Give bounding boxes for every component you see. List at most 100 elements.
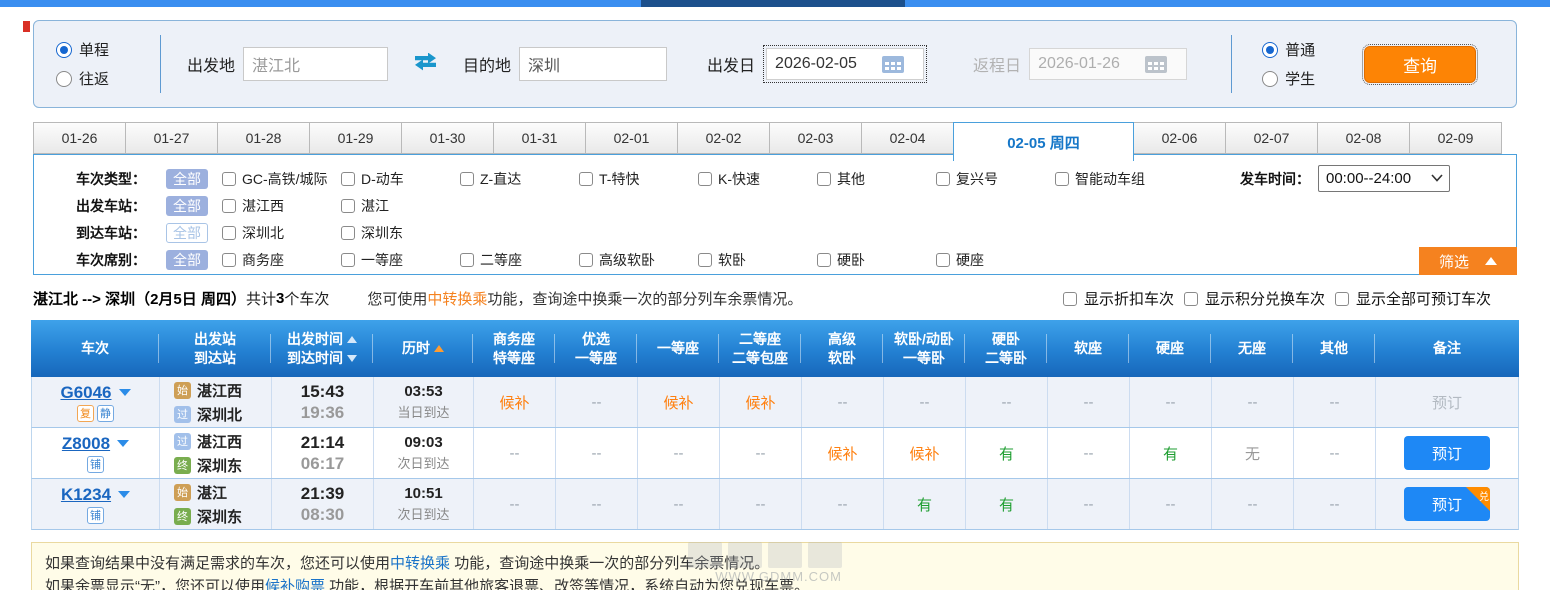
checkbox-icon[interactable]: [1335, 292, 1349, 306]
checkbox-icon[interactable]: [817, 253, 831, 267]
sort-desc-icon[interactable]: [347, 355, 357, 362]
date-tab-02-08[interactable]: 02-08: [1317, 122, 1410, 154]
date-tab-01-29[interactable]: 01-29: [309, 122, 402, 154]
column-header-times[interactable]: 出发时间到达时间: [271, 320, 373, 377]
book-button[interactable]: 预订: [1404, 436, 1490, 470]
expand-caret-icon[interactable]: [119, 389, 131, 396]
search-button[interactable]: 查询: [1364, 46, 1476, 83]
radio-student-icon[interactable]: [1262, 71, 1278, 87]
date-tab-01-31[interactable]: 01-31: [493, 122, 586, 154]
filter-option[interactable]: 软卧: [698, 250, 817, 270]
filter-option[interactable]: 高级软卧: [579, 250, 698, 270]
date-tab-01-27[interactable]: 01-27: [125, 122, 218, 154]
checkbox-icon[interactable]: [341, 172, 355, 186]
filter-option[interactable]: Z-直达: [460, 169, 579, 189]
checkbox-icon[interactable]: [1055, 172, 1069, 186]
radio-normal-icon[interactable]: [1262, 42, 1278, 58]
date-tab-02-04[interactable]: 02-04: [861, 122, 954, 154]
date-tab-01-26[interactable]: 01-26: [33, 122, 126, 154]
date-tab-02-06[interactable]: 02-06: [1133, 122, 1226, 154]
checkbox-icon[interactable]: [222, 226, 236, 240]
column-header-soft-seat[interactable]: 软座: [1047, 320, 1129, 377]
checkbox-icon[interactable]: [341, 199, 355, 213]
filter-all-depart-station[interactable]: 全部: [166, 196, 208, 216]
depart-time-select[interactable]: 00:00--24:00: [1318, 165, 1450, 192]
filter-option[interactable]: 商务座: [222, 250, 341, 270]
checkbox-icon[interactable]: [222, 172, 236, 186]
expand-caret-icon[interactable]: [117, 440, 129, 447]
column-header-hard-sleeper[interactable]: 硬卧二等卧: [965, 320, 1047, 377]
display-option[interactable]: 显示折扣车次: [1063, 288, 1174, 309]
filter-option[interactable]: 硬座: [936, 250, 1055, 270]
filter-option[interactable]: 深圳东: [341, 223, 460, 243]
column-header-preferred-first[interactable]: 优选一等座: [555, 320, 637, 377]
filter-option[interactable]: 湛江: [341, 196, 460, 216]
date-tab-02-02[interactable]: 02-02: [677, 122, 770, 154]
checkbox-icon[interactable]: [341, 226, 355, 240]
swap-cities-icon[interactable]: [412, 53, 439, 75]
checkbox-icon[interactable]: [936, 253, 950, 267]
filter-option[interactable]: 复兴号: [936, 169, 1055, 189]
depart-date-input[interactable]: [767, 55, 879, 73]
checkbox-icon[interactable]: [222, 253, 236, 267]
return-date-input[interactable]: [1030, 55, 1142, 73]
checkbox-icon[interactable]: [341, 253, 355, 267]
date-tab-02-03[interactable]: 02-03: [769, 122, 862, 154]
expand-caret-icon[interactable]: [118, 491, 130, 498]
waitlist-link[interactable]: 候补购票: [265, 578, 325, 590]
checkbox-icon[interactable]: [222, 199, 236, 213]
column-header-business-seat[interactable]: 商务座特等座: [473, 320, 555, 377]
passenger-type-student[interactable]: 学生: [1262, 68, 1332, 89]
checkbox-icon[interactable]: [579, 253, 593, 267]
filter-all-train-type[interactable]: 全部: [166, 169, 208, 189]
trip-type-roundtrip[interactable]: 往返: [56, 68, 142, 89]
to-city-input[interactable]: [519, 47, 667, 81]
checkbox-icon[interactable]: [817, 172, 831, 186]
checkbox-icon[interactable]: [936, 172, 950, 186]
filter-option[interactable]: K-快速: [698, 169, 817, 189]
filter-option[interactable]: D-动车: [341, 169, 460, 189]
date-tab-02-09[interactable]: 02-09: [1409, 122, 1502, 154]
column-header-duration[interactable]: 历时: [373, 320, 473, 377]
filter-all-seat-class[interactable]: 全部: [166, 250, 208, 270]
train-code-link[interactable]: K1234: [61, 485, 111, 505]
book-button[interactable]: 预订兑: [1404, 487, 1490, 521]
train-code-link[interactable]: Z8008: [62, 434, 110, 454]
column-header-stations[interactable]: 出发站到达站: [159, 320, 271, 377]
calendar-icon[interactable]: [881, 54, 905, 74]
filter-option[interactable]: T-特快: [579, 169, 698, 189]
radio-oneway-icon[interactable]: [56, 42, 72, 58]
checkbox-icon[interactable]: [460, 253, 474, 267]
column-header-hard-seat[interactable]: 硬座: [1129, 320, 1211, 377]
filter-option[interactable]: 深圳北: [222, 223, 341, 243]
filter-option[interactable]: 硬卧: [817, 250, 936, 270]
date-tab-02-05[interactable]: 02-05 周四: [953, 122, 1134, 161]
date-tab-01-30[interactable]: 01-30: [401, 122, 494, 154]
column-header-soft-sleeper[interactable]: 软卧/动卧一等卧: [883, 320, 965, 377]
filter-option[interactable]: 其他: [817, 169, 936, 189]
column-header-train-no[interactable]: 车次: [31, 320, 159, 377]
filter-button[interactable]: 筛选: [1419, 247, 1517, 275]
checkbox-icon[interactable]: [698, 172, 712, 186]
column-header-first-seat[interactable]: 一等座: [637, 320, 719, 377]
display-option[interactable]: 显示全部可预订车次: [1335, 288, 1491, 309]
date-tab-01-28[interactable]: 01-28: [217, 122, 310, 154]
date-tab-02-01[interactable]: 02-01: [585, 122, 678, 154]
filter-option[interactable]: 二等座: [460, 250, 579, 270]
checkbox-icon[interactable]: [698, 253, 712, 267]
filter-option[interactable]: GC-高铁/城际: [222, 169, 341, 189]
transfer-link[interactable]: 中转换乘: [427, 291, 487, 308]
display-option[interactable]: 显示积分兑换车次: [1184, 288, 1325, 309]
trip-type-oneway[interactable]: 单程: [56, 39, 142, 60]
filter-option[interactable]: 智能动车组: [1055, 169, 1174, 189]
filter-option[interactable]: 湛江西: [222, 196, 341, 216]
column-header-other[interactable]: 其他: [1293, 320, 1375, 377]
column-header-premium-soft-sleeper[interactable]: 高级软卧: [801, 320, 883, 377]
checkbox-icon[interactable]: [579, 172, 593, 186]
checkbox-icon[interactable]: [1184, 292, 1198, 306]
sort-asc-icon[interactable]: [434, 345, 444, 352]
from-city-input[interactable]: [243, 47, 388, 81]
checkbox-icon[interactable]: [1063, 292, 1077, 306]
column-header-remark[interactable]: 备注: [1375, 320, 1519, 377]
checkbox-icon[interactable]: [460, 172, 474, 186]
